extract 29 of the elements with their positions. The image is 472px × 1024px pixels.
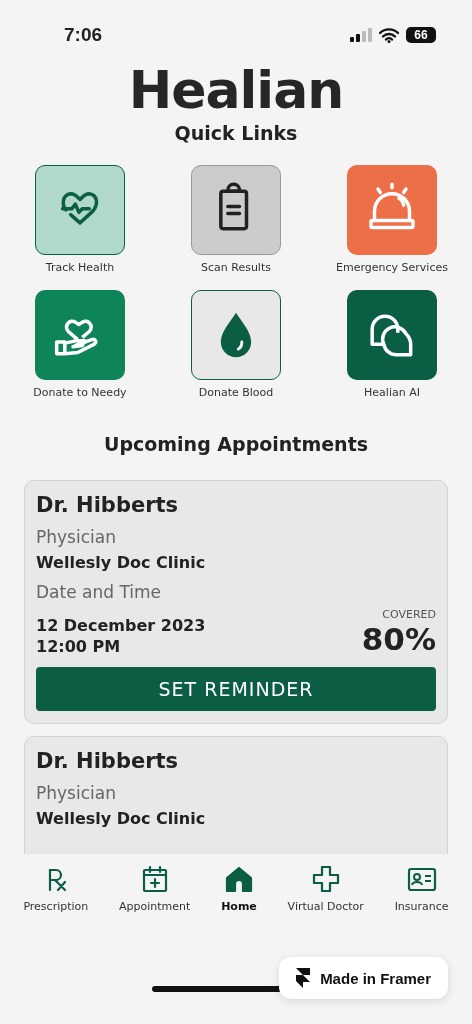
quick-link-label: Donate Blood (198, 386, 274, 399)
covered-percent: 80% (361, 621, 436, 657)
appointment-time: 12:00 PM (36, 636, 122, 657)
section-title: Quick Links (173, 122, 299, 144)
appointment-date: 12 December 2023 (36, 615, 206, 636)
nav-tab[interactable]: Appointment (119, 864, 191, 924)
nav-tab[interactable]: Insurance (394, 864, 449, 924)
quick-link-label: Donate to Needy (33, 386, 127, 399)
doctor-specialty: Physician (36, 783, 117, 803)
app-logo: Healian (127, 59, 345, 122)
nav-tab[interactable]: Virtual Doctor (287, 864, 364, 924)
quick-link-label: Track Health (45, 261, 115, 274)
date-time-label: Date and Time (36, 582, 163, 602)
made-in-framer-badge[interactable]: Made in Framer (279, 957, 448, 999)
set-reminder-button[interactable]: SET REMINDER (36, 667, 436, 711)
section-title: Upcoming Appointments (102, 433, 370, 455)
doctor-name: Dr. Hibberts (36, 493, 180, 517)
battery-icon: 66 (406, 27, 436, 43)
covered-label: COVERED (382, 608, 436, 621)
clinic-name: Wellesly Doc Clinic (36, 553, 207, 572)
nav-tab[interactable]: Prescription (23, 864, 89, 924)
quick-link-label: Scan Results (201, 261, 271, 274)
clinic-name: Wellesly Doc Clinic (36, 809, 207, 828)
quick-link-label: Healian AI (364, 386, 420, 399)
nav-tab[interactable]: Home (221, 864, 257, 924)
doctor-specialty: Physician (36, 527, 117, 547)
status-time: 7:06 (64, 24, 103, 46)
quick-link-label: Emergency Services (336, 261, 448, 274)
doctor-name: Dr. Hibberts (36, 749, 180, 773)
